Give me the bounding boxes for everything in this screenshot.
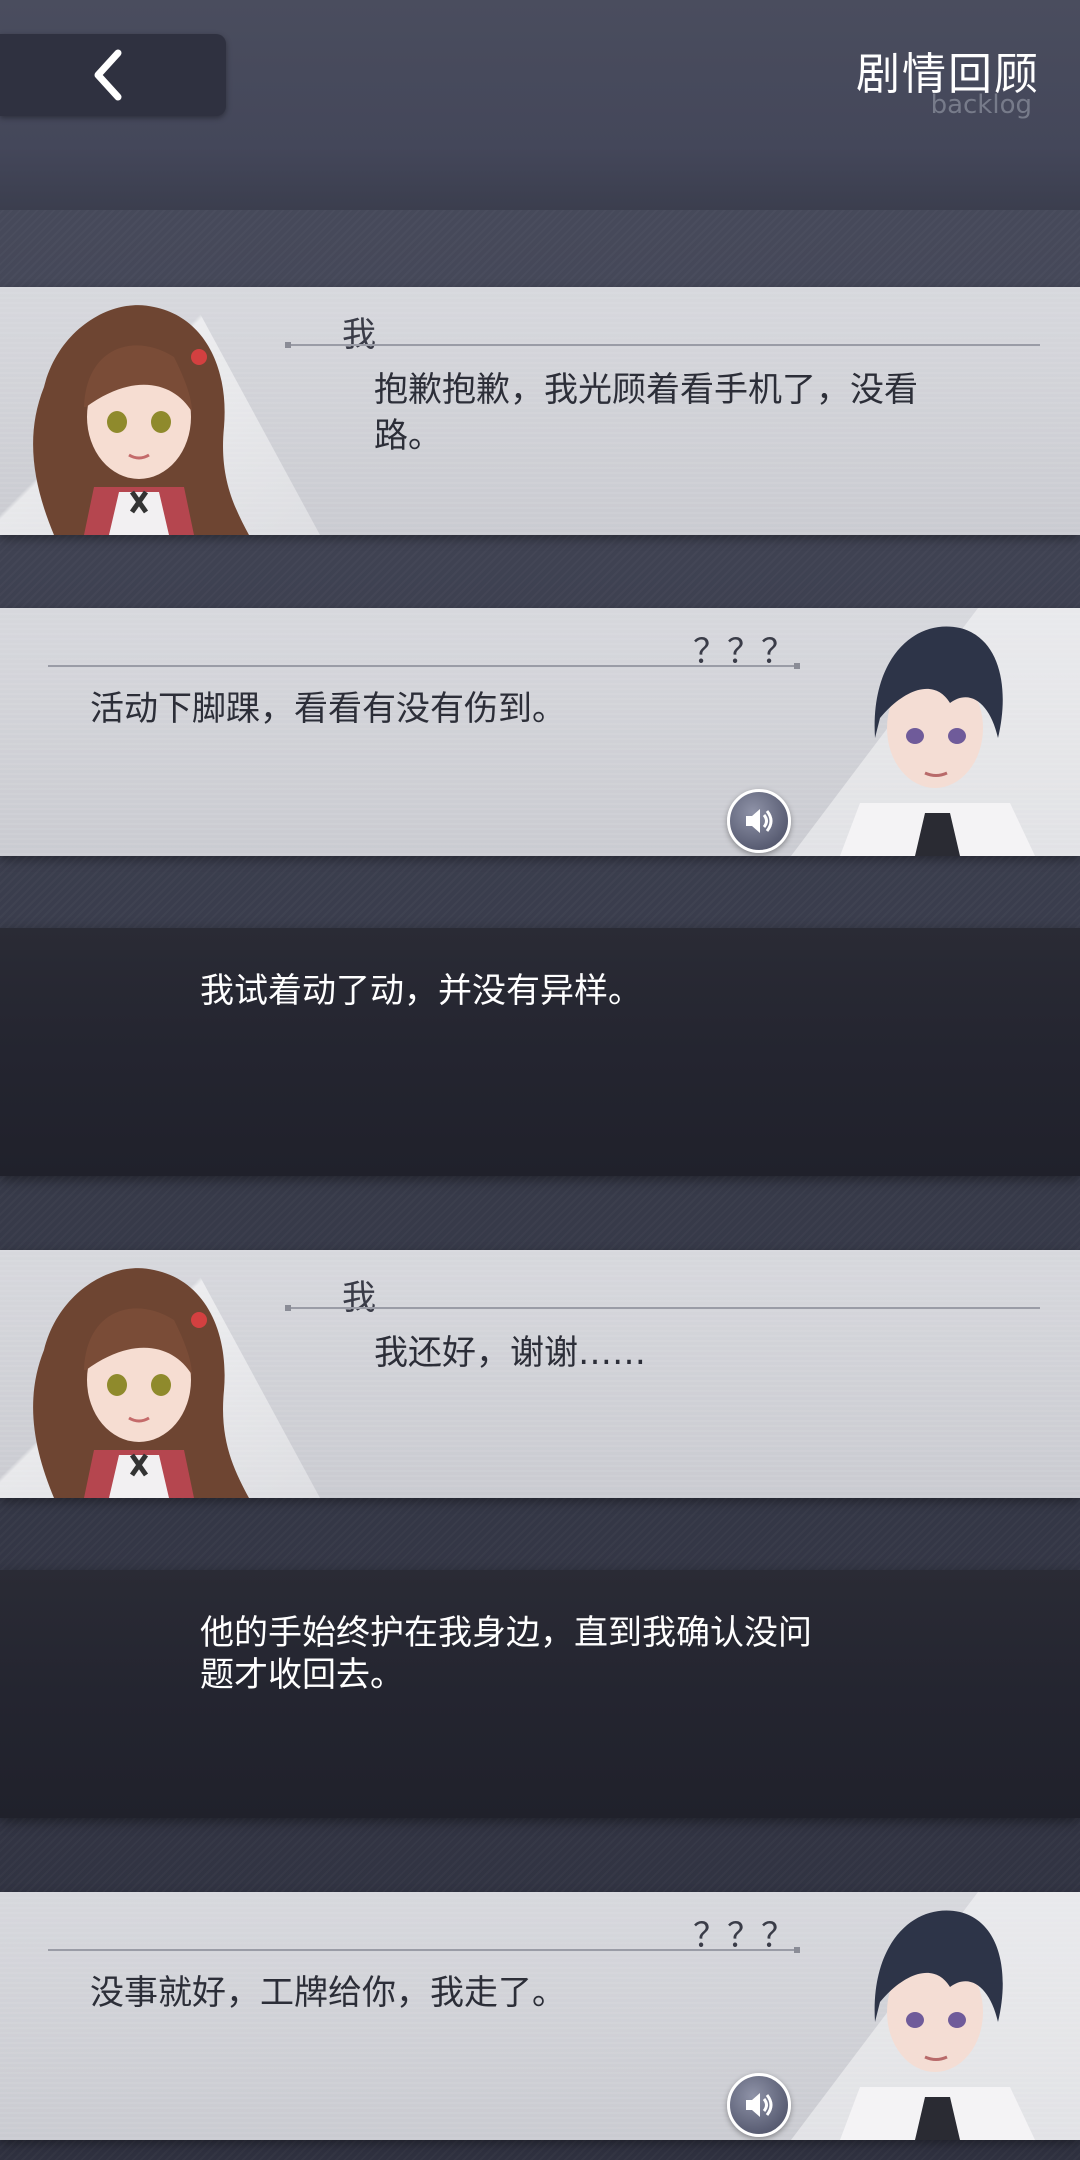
narration-line: 题才收回去。 [200,1655,404,1695]
dialogue-card: ？？？ 活动下脚踝，看看有没有伤到。 [0,608,1080,856]
speaker-name: 我 [342,315,376,355]
dialogue-line: 抱歉抱歉，我光顾着看手机了，没看 [374,370,918,410]
dialogue-card: 我 我还好，谢谢…… [0,1250,1080,1498]
stranger-portrait [840,1910,1035,2140]
voice-replay-button[interactable] [727,789,791,853]
narration-line: 他的手始终护在我身边，直到我确认没问 [200,1613,812,1653]
dialogue-line: 路。 [374,416,442,456]
speaker-divider [285,342,1040,348]
dialogue-line: 没事就好，工牌给你，我走了。 [90,1973,566,2013]
chevron-left-icon [94,49,122,101]
narration-text: 我试着动了动，并没有异样。 [200,970,900,1012]
narration-block: 他的手始终护在我身边，直到我确认没问 题才收回去。 [0,1570,1080,1818]
speaker-name: 我 [342,1278,376,1318]
narration-block: 我试着动了动，并没有异样。 [0,928,1080,1176]
speaker-icon [746,2093,773,2117]
narration-text: 他的手始终护在我身边，直到我确认没问 题才收回去。 [200,1612,900,1696]
narration-line: 我试着动了动，并没有异样。 [200,971,642,1011]
dialogue-line: 我还好，谢谢…… [374,1333,646,1373]
speaker-divider [48,1947,800,1953]
dialogue-card: ？？？ 没事就好，工牌给你，我走了。 [0,1892,1080,2140]
speaker-divider [48,663,800,669]
dialogue-line: 活动下脚踝，看看有没有伤到。 [90,689,566,729]
page-subtitle: backlog [930,90,1032,120]
heroine-portrait [33,305,249,535]
speaker-icon [746,809,773,833]
top-bar: 剧情回顾 backlog [0,0,1080,210]
back-button[interactable] [0,34,226,116]
speaker-divider [285,1305,1040,1311]
stranger-portrait [840,626,1035,856]
heroine-portrait [33,1268,249,1498]
dialogue-card: 我 抱歉抱歉，我光顾着看手机了，没看 路。 [0,287,1080,535]
voice-replay-button[interactable] [727,2073,791,2137]
